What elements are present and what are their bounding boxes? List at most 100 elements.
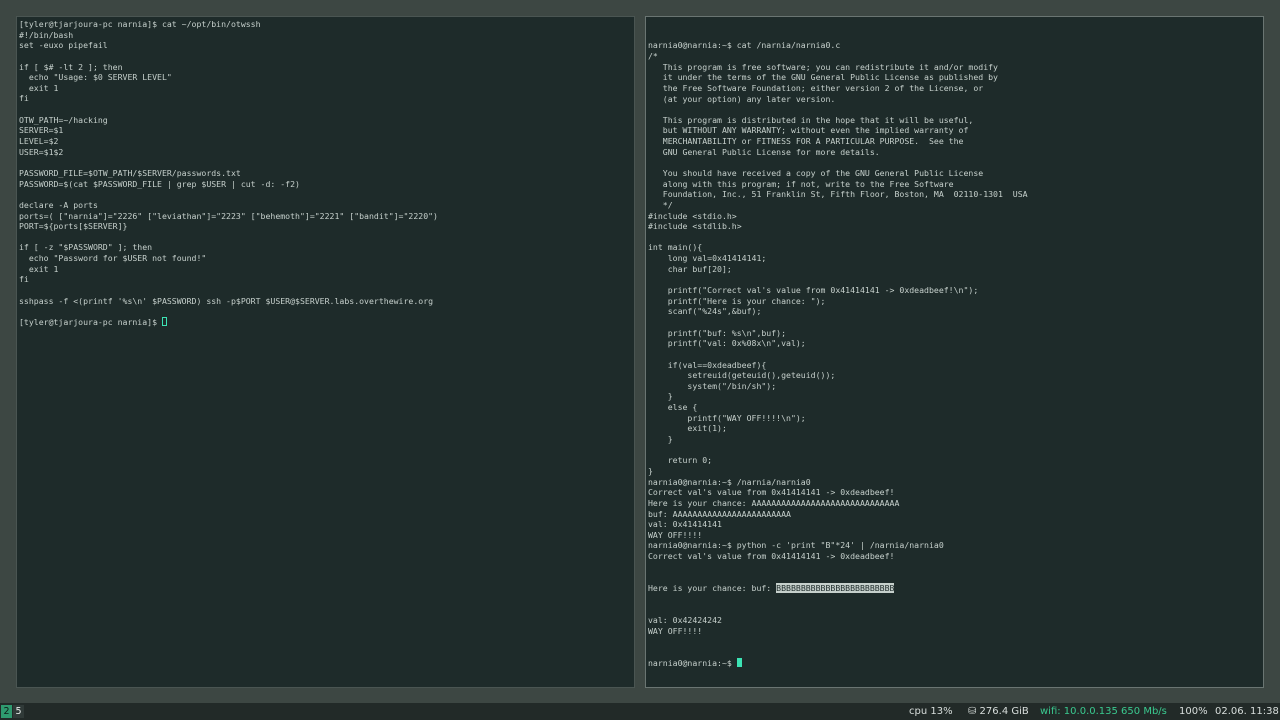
- terminal-line: narnia0@narnia:~$ cat /narnia/narnia0.c: [648, 40, 841, 51]
- terminal-line: Here is your chance: AAAAAAAAAAAAAAAAAAA…: [648, 497, 900, 508]
- terminal-line: setreuid(geteuid(),geteuid());: [648, 370, 836, 381]
- terminal-right[interactable]: narnia0@narnia:~$ cat /narnia/narnia0.c /…: [645, 16, 1264, 688]
- terminal-line: set -euxo pipefail: [19, 40, 108, 51]
- terminal-line: buf: AAAAAAAAAAAAAAAAAAAAAAAA: [648, 508, 791, 519]
- terminal-line: USER=$1$2: [19, 146, 64, 157]
- status-bar: 2 5 cpu 13% ⛁ 276.4 GiB wifi: 10.0.0.135…: [0, 703, 1280, 720]
- terminal-line: printf("WAY OFF!!!!\n");: [648, 412, 806, 423]
- terminal-line: exit 1: [19, 82, 59, 93]
- terminal-left-output: [tyler@tjarjoura-pc narnia]$ cat ~/opt/b…: [19, 19, 632, 328]
- terminal-line: if(val==0xdeadbeef){: [648, 359, 767, 370]
- terminal-line: WAY OFF!!!!: [648, 529, 703, 540]
- terminal-line: Correct val's value from 0x41414141 -> 0…: [648, 487, 895, 498]
- terminal-left[interactable]: [tyler@tjarjoura-pc narnia]$ cat ~/opt/b…: [16, 16, 635, 688]
- terminal-line: (at your option) any later version.: [648, 93, 836, 104]
- terminal-line: val: 0x42424242: [648, 614, 722, 625]
- terminal-line: Correct val's value from 0x41414141 -> 0…: [648, 551, 895, 562]
- terminal-line: }: [648, 391, 673, 402]
- terminal-line: the Free Software Foundation; either ver…: [648, 82, 984, 93]
- terminal-line: else {: [648, 402, 698, 413]
- terminal-line: char buf[20];: [648, 263, 732, 274]
- terminal-line: PORT=${ports[$SERVER]}: [19, 221, 128, 232]
- terminal-left-prompt: [tyler@tjarjoura-pc narnia]$: [19, 316, 162, 327]
- cpu-usage: cpu 13%: [909, 706, 953, 717]
- terminal-line: but WITHOUT ANY WARRANTY; without even t…: [648, 125, 969, 136]
- terminal-line: You should have received a copy of the G…: [648, 168, 984, 178]
- terminal-left-cursor: [161, 316, 167, 326]
- terminal-line: printf("Here is your chance: ");: [648, 295, 826, 306]
- terminal-line: }: [648, 434, 673, 445]
- terminal-line: narnia0@narnia:~$ /narnia/narnia0: [648, 476, 811, 487]
- terminal-right-after: val: 0x42424242 WAY OFF!!!!: [648, 615, 1261, 636]
- terminal-line: Foundation, Inc., 51 Franklin St, Fifth …: [648, 189, 1028, 200]
- clock: 02.06. 11:38: [1215, 706, 1279, 717]
- terminal-right-cursor: [736, 657, 742, 667]
- terminal-line: printf("val: 0x%08x\n",val);: [648, 338, 806, 349]
- terminal-line: if [ $# -lt 2 ]; then: [19, 61, 123, 72]
- terminal-line: echo "Password for $USER not found!": [19, 253, 207, 264]
- terminal-line: scanf("%24s",&buf);: [648, 306, 762, 317]
- terminal-line: printf("buf: %s\n",buf);: [648, 327, 787, 338]
- terminal-line: fi: [19, 93, 29, 104]
- terminal-left-prompt-line[interactable]: [tyler@tjarjoura-pc narnia]$: [19, 316, 632, 328]
- terminal-line: ports=( ["narnia"]="2226" ["leviathan"]=…: [19, 210, 438, 221]
- terminal-line: OTW_PATH=~/hacking: [19, 114, 108, 125]
- terminal-line: narnia0@narnia:~$ python -c 'print "B"*2…: [648, 540, 944, 551]
- terminal-line: echo "Usage: $0 SERVER LEVEL": [19, 72, 172, 83]
- terminal-line: LEVEL=$2: [19, 136, 59, 147]
- terminal-line: #include <stdio.h>: [648, 210, 737, 221]
- workspace-5-button[interactable]: 5: [13, 705, 24, 718]
- wifi-status: wifi: 10.0.0.135 650 Mb/s: [1040, 706, 1167, 717]
- terminal-line: This program is distributed in the hope …: [648, 114, 974, 125]
- workspace-2-button[interactable]: 2: [1, 705, 12, 718]
- terminal-line: it under the terms of the GNU General Pu…: [648, 72, 998, 83]
- terminal-line: exit(1);: [648, 423, 727, 434]
- terminal-line: SERVER=$1: [19, 125, 64, 136]
- terminal-line: /*: [648, 50, 658, 61]
- terminal-line: printf("Correct val's value from 0x41414…: [648, 285, 979, 296]
- terminal-right-prompt: narnia0@narnia:~$: [648, 657, 737, 668]
- terminal-line: GNU General Public License for more deta…: [648, 146, 880, 157]
- terminal-line: [tyler@tjarjoura-pc narnia]$ cat ~/opt/b…: [19, 19, 261, 29]
- terminal-line: along with this program; if not, write t…: [648, 178, 954, 189]
- terminal-line: WAY OFF!!!!: [648, 625, 703, 636]
- terminal-line: PASSWORD_FILE=$OTW_PATH/$SERVER/password…: [19, 167, 241, 178]
- selection-line-prefix: Here is your chance: buf:: [648, 583, 777, 594]
- terminal-line: int main(){: [648, 242, 703, 253]
- terminal-line: return 0;: [648, 455, 713, 466]
- terminal-line: */: [648, 199, 673, 210]
- terminal-line: val: 0x41414141: [648, 519, 722, 530]
- terminal-line: #include <stdlib.h>: [648, 221, 742, 232]
- desktop: [tyler@tjarjoura-pc narnia]$ cat ~/opt/b…: [0, 0, 1280, 703]
- terminal-right-output: narnia0@narnia:~$ cat /narnia/narnia0.c /…: [648, 19, 1261, 687]
- terminal-line: This program is free software; you can r…: [648, 61, 998, 72]
- terminal-line: declare -A ports: [19, 199, 98, 210]
- volume-level: 100%: [1179, 706, 1208, 717]
- terminal-right-lines: narnia0@narnia:~$ cat /narnia/narnia0.c /…: [648, 40, 1261, 561]
- terminal-line: }: [648, 465, 653, 476]
- terminal-right-prompt-line[interactable]: narnia0@narnia:~$: [648, 657, 1261, 669]
- disk-free: ⛁ 276.4 GiB: [968, 706, 1029, 717]
- terminal-line: long val=0x41414141;: [648, 253, 767, 264]
- selected-text[interactable]: BBBBBBBBBBBBBBBBBBBBBBBB: [776, 583, 895, 594]
- terminal-line: MERCHANTABILITY or FITNESS FOR A PARTICU…: [648, 136, 964, 147]
- terminal-line: system("/bin/sh");: [648, 380, 777, 391]
- terminal-line: fi: [19, 274, 29, 285]
- terminal-line: if [ -z "$PASSWORD" ]; then: [19, 242, 153, 253]
- selection-line: Here is your chance: buf: BBBBBBBBBBBBBB…: [648, 583, 1261, 594]
- terminal-line: #!/bin/bash: [19, 29, 74, 40]
- terminal-line: PASSWORD=$(cat $PASSWORD_FILE | grep $US…: [19, 178, 300, 189]
